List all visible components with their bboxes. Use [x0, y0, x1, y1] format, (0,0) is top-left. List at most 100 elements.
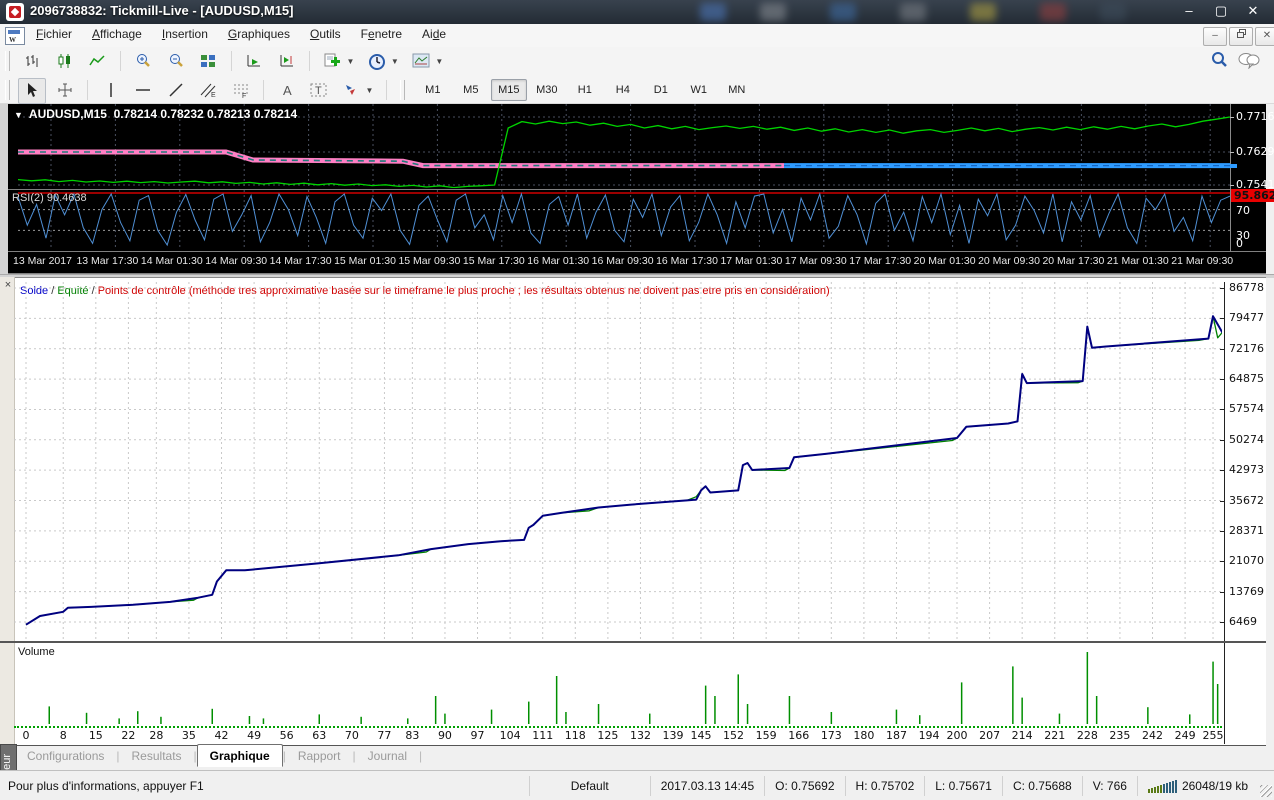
graph-y-tick — [1220, 622, 1225, 623]
menu-item-graphiques[interactable]: Graphiques — [218, 24, 300, 44]
timeframe-d1[interactable]: D1 — [643, 79, 679, 101]
rsi-indicator-pane[interactable] — [18, 190, 1230, 250]
indicators-dropdown[interactable]: ▼ — [435, 49, 447, 73]
timeframe-m30[interactable]: M30 — [529, 79, 565, 101]
expert-advisors-clock-button[interactable] — [363, 49, 391, 75]
rsi-indicator-label: RSI(2) 90.4638 — [12, 192, 87, 204]
price-scale-tick — [1230, 117, 1234, 118]
chat-icon[interactable] — [1238, 51, 1260, 74]
menu-item-aide[interactable]: Aide — [412, 24, 456, 44]
window-title: 2096738832: Tickmill-Live - [AUDUSD,M15] — [30, 3, 293, 18]
tile-windows-button[interactable] — [194, 49, 222, 75]
arrows-tool-button[interactable] — [337, 78, 365, 104]
tester-left-strip — [0, 277, 15, 746]
graph-axis-line — [1224, 282, 1225, 744]
title-bar: 2096738832: Tickmill-Live - [AUDUSD,M15]… — [0, 0, 1274, 24]
time-axis[interactable]: 13 Mar 201713 Mar 17:3014 Mar 01:3014 Ma… — [8, 252, 1266, 272]
text-label-tool-button[interactable]: T — [305, 78, 333, 104]
window-maximize-button[interactable]: ▢ — [1206, 3, 1236, 19]
graph-x-label: 235 — [1109, 729, 1130, 742]
bar-chart-button[interactable] — [18, 49, 46, 75]
chart-shift-button[interactable] — [273, 49, 301, 75]
balance-graph[interactable] — [14, 282, 1222, 640]
cursor-tool-button[interactable] — [18, 78, 46, 104]
graph-y-label: 79477 — [1229, 311, 1264, 324]
timeframe-h1[interactable]: H1 — [567, 79, 603, 101]
time-axis-label: 15 Mar 01:30 — [334, 255, 396, 267]
time-axis-label: 20 Mar 01:30 — [914, 255, 976, 267]
arrows-dropdown[interactable]: ▼ — [365, 78, 377, 102]
graph-x-label: 221 — [1044, 729, 1065, 742]
taskbar-blur-blob — [700, 3, 726, 21]
zoom-out-button[interactable] — [162, 49, 190, 75]
time-axis-label: 17 Mar 17:30 — [849, 255, 911, 267]
graph-x-label: 194 — [919, 729, 940, 742]
menu-item-outils[interactable]: Outils — [300, 24, 351, 44]
connection-bars-icon — [1148, 779, 1177, 793]
chevron-down-icon[interactable]: ▼ — [14, 110, 23, 120]
taskbar-blur-blob — [970, 3, 996, 21]
expert-advisors-dropdown[interactable]: ▼ — [391, 49, 403, 73]
child-restore-button[interactable] — [1229, 27, 1253, 46]
toolbar-grip[interactable] — [5, 80, 10, 100]
menu-item-insertion[interactable]: Insertion — [152, 24, 218, 44]
timeframe-w1[interactable]: W1 — [681, 79, 717, 101]
fibonacci-tool-button[interactable]: F — [227, 78, 255, 104]
tab-resultats[interactable]: Resultats — [120, 746, 194, 766]
graph-y-tick — [1220, 318, 1225, 319]
tab-rapport[interactable]: Rapport — [286, 746, 353, 766]
pane-separator[interactable] — [8, 189, 1266, 190]
time-axis-label: 14 Mar 09:30 — [205, 255, 267, 267]
graph-x-label: 83 — [405, 729, 419, 742]
child-minimize-button[interactable]: – — [1203, 27, 1227, 46]
resize-grip[interactable] — [1260, 785, 1272, 797]
horizontal-line-tool-button[interactable] — [129, 78, 157, 104]
window-close-button[interactable]: ✕ — [1238, 3, 1268, 19]
line-chart-button[interactable] — [83, 49, 111, 75]
time-axis-label: 13 Mar 17:30 — [76, 255, 138, 267]
time-axis-label: 20 Mar 17:30 — [1042, 255, 1104, 267]
zoom-in-button[interactable] — [129, 49, 157, 75]
timeframe-mn[interactable]: MN — [719, 79, 755, 101]
candlestick-chart-button[interactable] — [51, 49, 79, 75]
toolbar-grip[interactable] — [5, 51, 10, 71]
graph-x-label: 242 — [1142, 729, 1163, 742]
trendline-tool-button[interactable] — [162, 78, 190, 104]
timeframe-h4[interactable]: H4 — [605, 79, 641, 101]
tab-graphique[interactable]: Graphique — [197, 744, 283, 767]
menu-item-fichier[interactable]: Fichier — [26, 24, 82, 44]
auto-scroll-button[interactable] — [240, 49, 268, 75]
timeframe-m15[interactable]: M15 — [491, 79, 527, 101]
time-axis-label: 17 Mar 01:30 — [720, 255, 782, 267]
window-minimize-button[interactable]: – — [1174, 3, 1204, 18]
new-order-dropdown[interactable]: ▼ — [346, 49, 358, 73]
equidistant-channel-tool-button[interactable]: E — [194, 78, 222, 104]
volume-pane[interactable] — [14, 644, 1222, 726]
time-axis-label: 13 Mar 2017 — [13, 255, 72, 267]
timeframe-m1[interactable]: M1 — [415, 79, 451, 101]
status-bar: Pour plus d'informations, appuyer F1 Def… — [0, 770, 1274, 800]
crosshair-tool-button[interactable] — [51, 78, 79, 104]
vertical-line-tool-button[interactable] — [97, 78, 125, 104]
status-profile[interactable]: Default — [529, 776, 650, 796]
price-scale-label: 0.77165 — [1236, 110, 1274, 123]
price-scale-tick — [1230, 185, 1234, 186]
toolbar-grip[interactable] — [400, 80, 405, 100]
menu-item-fenetre[interactable]: Fenetre — [351, 24, 412, 44]
svg-text:A: A — [283, 83, 292, 98]
indicators-button[interactable] — [407, 49, 435, 75]
text-tool-button[interactable]: A — [273, 78, 301, 104]
tester-close-button[interactable]: × — [2, 279, 14, 291]
tab-journal[interactable]: Journal — [356, 746, 419, 766]
tab-configurations[interactable]: Configurations — [15, 746, 116, 766]
timeframe-m5[interactable]: M5 — [453, 79, 489, 101]
status-low: L: 0.75671 — [924, 776, 1002, 796]
graph-y-tick — [1220, 531, 1225, 532]
graph-x-label: 118 — [565, 729, 586, 742]
new-order-button[interactable] — [318, 49, 346, 75]
search-icon[interactable] — [1210, 51, 1228, 74]
child-close-button[interactable]: ✕ — [1255, 27, 1274, 46]
graph-x-label: 49 — [247, 729, 261, 742]
current-price-marker — [1230, 164, 1237, 168]
menu-item-affichage[interactable]: Affichage — [82, 24, 152, 44]
